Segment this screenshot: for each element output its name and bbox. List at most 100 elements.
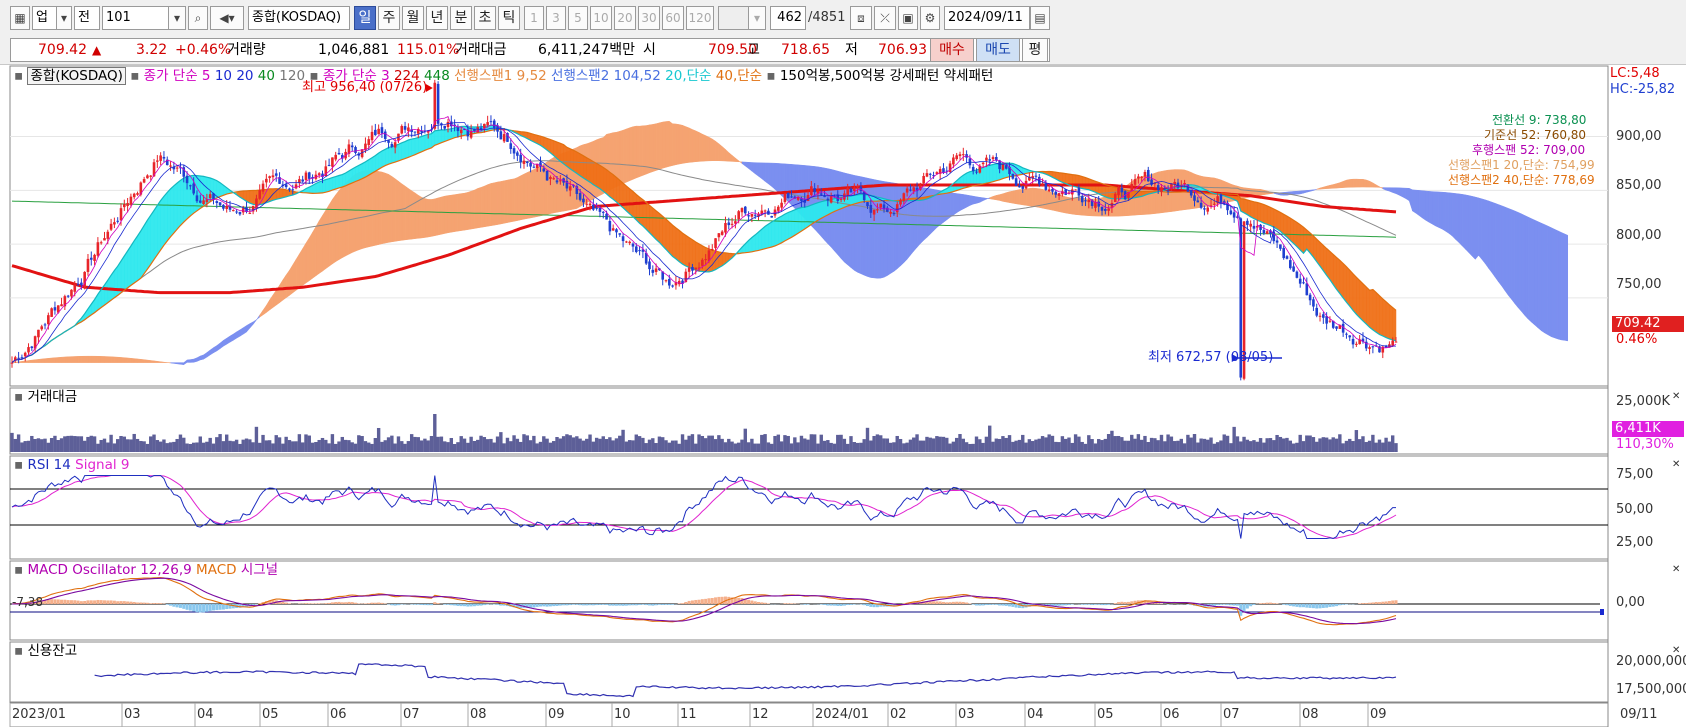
candle-body — [1246, 220, 1249, 225]
macd-osc-bar — [423, 604, 427, 606]
period-tick-button[interactable]: 틱 — [498, 6, 520, 30]
candle-body — [813, 188, 816, 193]
ma-band-segment — [784, 212, 789, 242]
macd-osc-bar — [169, 604, 173, 606]
value-bar — [1123, 440, 1127, 452]
index-name-field[interactable]: 종합(KOSDAQ) — [248, 6, 350, 30]
legend-span2[interactable]: 선행스팬2 104,52 — [551, 68, 661, 84]
step-120-button[interactable]: 120 — [686, 6, 714, 30]
macd-osc-bar — [1123, 602, 1127, 604]
legend-ma[interactable]: 종가 단순 5 — [144, 68, 211, 84]
chevron-down-icon[interactable]: ▾ — [168, 6, 186, 30]
sell-button[interactable]: 매도 — [976, 38, 1020, 62]
cloud-segment — [157, 361, 161, 363]
period-day-button[interactable]: 일 — [354, 6, 376, 30]
calendar-icon[interactable]: ▤ — [1030, 6, 1050, 30]
cloud-segment — [1458, 193, 1463, 247]
macd-signal-label[interactable]: 시그널 — [241, 562, 278, 578]
legend-index[interactable]: 종합(KOSDAQ) — [27, 67, 126, 85]
gear-icon[interactable]: ⚙ — [920, 6, 940, 30]
legend-ma20s[interactable]: 20,단순 — [665, 68, 711, 84]
macd-osc-bar — [1080, 604, 1084, 605]
speaker-icon[interactable]: ◀▾ — [210, 6, 244, 30]
cloud-segment — [1550, 227, 1555, 339]
candle-icon[interactable]: ⧈ — [850, 6, 872, 30]
step-5-button[interactable]: 5 — [568, 6, 588, 30]
cloud-segment — [153, 360, 158, 363]
close-icon[interactable]: ✕ — [1672, 457, 1680, 473]
period-year-button[interactable]: 년 — [426, 6, 448, 30]
chart-canvas[interactable] — [0, 65, 1686, 727]
step-3-button[interactable]: 3 — [546, 6, 566, 30]
period-month-button[interactable]: 월 — [402, 6, 424, 30]
date-value: 2024/09/11 — [948, 10, 1023, 25]
value-bar — [10, 432, 14, 452]
candle-body — [714, 238, 717, 249]
step-10-button[interactable]: 10 — [590, 6, 612, 30]
macd-osc-bar — [1120, 601, 1124, 604]
close-icon[interactable]: ✕ — [1672, 389, 1680, 405]
value-bar — [294, 441, 298, 452]
value-bar — [826, 440, 830, 452]
candle-body — [159, 155, 162, 161]
macd-osc-bar — [1265, 602, 1269, 604]
rsi-signal-label[interactable]: Signal 9 — [75, 457, 129, 473]
macd-osc-bar — [621, 604, 625, 606]
x-axis-label: 05 — [1097, 707, 1114, 722]
credit-title[interactable]: 신용잔고 — [27, 643, 77, 659]
macd-osc-bar — [945, 602, 949, 604]
period-minute-button[interactable]: 분 — [450, 6, 472, 30]
legend-square-icon: ▪ — [130, 68, 140, 84]
candle-body — [866, 202, 869, 207]
candle-body — [704, 259, 707, 261]
value-bar — [413, 436, 417, 452]
macd-title[interactable]: MACD Oscillator 12,26,9 — [27, 562, 191, 578]
step-20-button[interactable]: 20 — [614, 6, 636, 30]
value-bar — [340, 436, 345, 452]
cloud-segment — [1005, 191, 1010, 203]
cloud-segment — [678, 124, 683, 165]
close-icon[interactable]: ✕ — [1672, 643, 1680, 659]
rsi-title[interactable]: RSI 14 — [27, 457, 70, 473]
date-input[interactable]: 2024/09/11 — [944, 6, 1030, 30]
eval-button[interactable]: 평 — [1022, 38, 1048, 62]
candle-body — [899, 199, 902, 205]
close-icon[interactable]: ✕ — [1672, 562, 1680, 578]
step-30-button[interactable]: 30 — [638, 6, 660, 30]
cloud-segment — [110, 356, 115, 363]
value-bar — [657, 436, 662, 452]
ma-band-segment — [385, 147, 389, 166]
buy-button[interactable]: 매수 — [930, 38, 974, 62]
line-tool-icon[interactable]: ⤫ — [874, 6, 896, 30]
cloud-segment — [1042, 189, 1047, 210]
legend-pattern[interactable]: 150억봉,500억봉 강세패턴 — [780, 68, 939, 84]
chevron-down-icon[interactable]: ▾ — [748, 6, 766, 30]
legend-span1[interactable]: 선행스팬1 9,52 — [454, 68, 547, 84]
ma-band-segment — [1336, 256, 1341, 295]
macd-osc-bar — [661, 604, 665, 605]
legend-weak[interactable]: 약세패턴 — [944, 68, 994, 84]
cloud-segment — [910, 185, 914, 256]
price-legend: ▪ 종합(KOSDAQ) ▪ 종가 단순 5 10 20 40 120 ▪ 종가… — [14, 67, 994, 85]
candle-body — [727, 222, 731, 226]
macd-label[interactable]: MACD — [196, 562, 236, 578]
chevron-down-icon[interactable]: ▾ — [56, 6, 72, 30]
legend-square-icon: ▪ — [14, 457, 24, 473]
candle-body — [578, 193, 582, 200]
save-icon[interactable]: ▣ — [898, 6, 918, 30]
period-type-select[interactable]: 전 — [74, 6, 100, 30]
value-bar — [254, 426, 259, 452]
search-icon[interactable]: ⌕ — [188, 6, 208, 30]
count-input[interactable]: 462 — [770, 6, 806, 30]
period-week-button[interactable]: 주 — [378, 6, 400, 30]
value-bar — [1196, 442, 1200, 452]
step-60-button[interactable]: 60 — [662, 6, 684, 30]
chart-layout-icon[interactable]: ▦ — [10, 6, 30, 30]
period-second-button[interactable]: 초 — [474, 6, 496, 30]
ma-band-segment — [1349, 269, 1354, 312]
macd-osc-bar — [545, 604, 549, 607]
step-1-button[interactable]: 1 — [524, 6, 544, 30]
legend-ma40s[interactable]: 40,단순 — [716, 68, 762, 84]
value-bar — [208, 437, 212, 452]
value-bar — [571, 437, 576, 452]
